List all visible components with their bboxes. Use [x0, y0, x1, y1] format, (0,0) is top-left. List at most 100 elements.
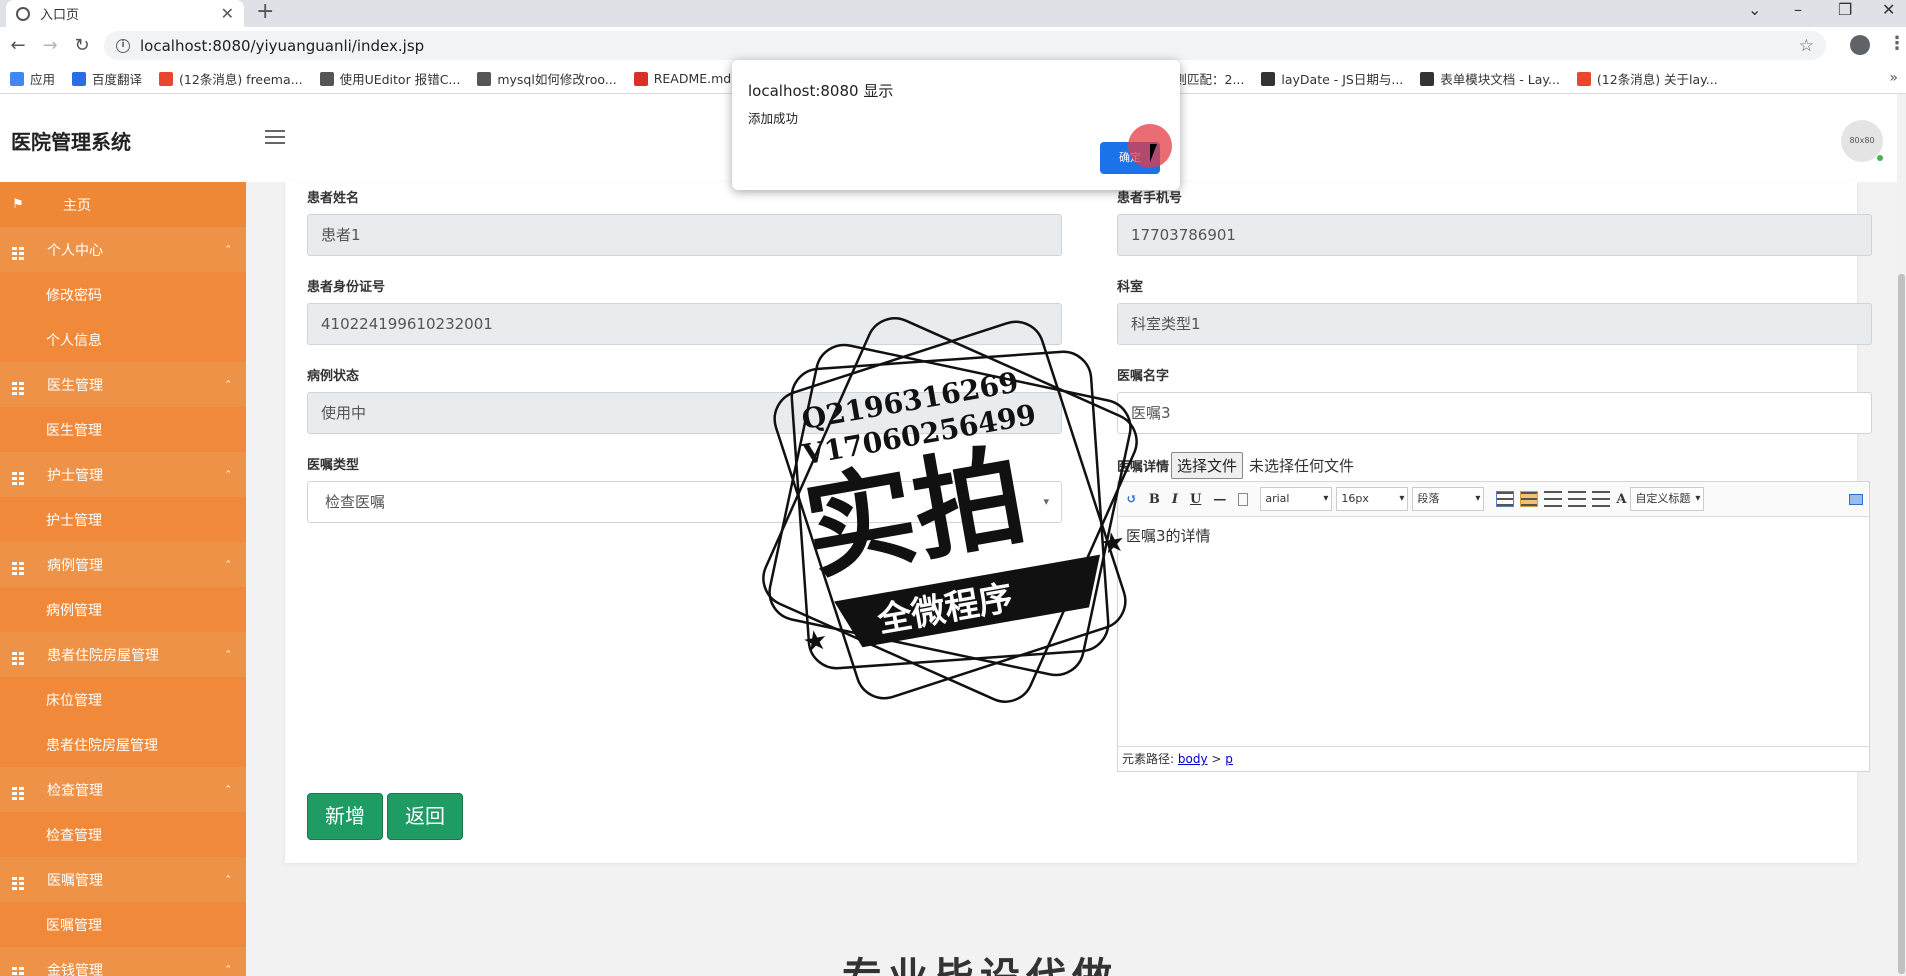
grid-icon [11, 464, 25, 485]
sidebar-subitem[interactable]: 护士管理 [0, 497, 246, 542]
sidebar-subitem[interactable]: 检查管理 [0, 812, 246, 857]
file-status-text: 未选择任何文件 [1249, 457, 1355, 475]
site-info-icon[interactable]: i [116, 38, 130, 53]
italic-button[interactable]: I [1172, 492, 1178, 507]
window-close-icon[interactable]: ✕ [1882, 0, 1895, 20]
sidebar-subitem[interactable]: 修改密码 [0, 272, 246, 317]
sidebar-subitem[interactable]: 患者住院房屋管理 [0, 722, 246, 767]
back-button[interactable]: 返回 [387, 793, 463, 840]
editor-status-bar: 元素路径: body > p [1118, 746, 1869, 771]
patient-phone-field[interactable]: 17703786901 [1117, 214, 1872, 256]
align-left-icon[interactable] [1520, 491, 1539, 507]
grid-icon [11, 374, 25, 395]
sidebar-group[interactable]: 金钱管理 ⌃ [0, 947, 246, 976]
bookmark-label: (12条消息) freema... [179, 72, 303, 87]
department-field[interactable]: 科室类型1 [1117, 303, 1872, 345]
editor-content[interactable]: 医嘱3的详情 [1118, 517, 1869, 739]
profile-icon[interactable] [1850, 35, 1870, 55]
align-justify-icon[interactable] [1592, 491, 1611, 507]
table-icon[interactable] [1496, 491, 1515, 507]
path-p-link[interactable]: p [1225, 752, 1233, 766]
footer-banner-text: 专业毕设代做 [842, 952, 1118, 976]
grid-icon [11, 554, 25, 575]
menu-toggle-icon[interactable] [265, 130, 285, 144]
app-title: 医院管理系统 [11, 130, 131, 154]
new-tab-button[interactable]: + [256, 1, 274, 23]
underline-button[interactable]: U [1190, 492, 1201, 507]
sidebar-item-label: 患者住院房屋管理 [47, 647, 159, 664]
bookmark-label: (12条消息) 关于lay... [1596, 72, 1718, 87]
browser-menu-icon[interactable]: ⋮ [1888, 33, 1906, 54]
sidebar-subitem[interactable]: 医嘱管理 [0, 902, 246, 947]
bookmark-item[interactable]: 表单模块文档 - Lay... [1420, 69, 1560, 88]
bookmark-item[interactable]: mysql如何修改roo... [477, 69, 617, 88]
case-status-label: 病例状态 [307, 369, 360, 384]
custom-title-select[interactable]: 自定义标题 [1630, 487, 1705, 511]
sidebar-subitem[interactable]: 病例管理 [0, 587, 246, 632]
scrollbar-thumb[interactable] [1898, 274, 1905, 974]
order-detail-label: 医嘱详情 [1117, 460, 1170, 475]
bookmark-item[interactable]: (12条消息) 关于lay... [1576, 69, 1718, 88]
sidebar-item-label: 个人中心 [47, 242, 103, 259]
bookmarks-overflow-icon[interactable]: » [1889, 70, 1898, 86]
sidebar-item-home[interactable]: ⚑ 主页 [0, 182, 246, 227]
sidebar: ⚑ 主页 个人中心 ⌃ 修改密码 个人信息 医生管理 ⌃ 医生管理 护士管理 ⌃ 护士管理 病例管理 ⌃ 病… [0, 182, 246, 976]
sidebar-group[interactable]: 医嘱管理 ⌃ [0, 857, 246, 902]
sidebar-item-label: 个人信息 [46, 332, 102, 349]
path-body-link[interactable]: body [1178, 752, 1208, 766]
sidebar-group[interactable]: 患者住院房屋管理 ⌃ [0, 632, 246, 677]
minimize-icon[interactable]: – [1794, 0, 1802, 20]
bookmark-star-icon[interactable]: ☆ [1799, 36, 1814, 56]
bookmark-item[interactable]: 应用 [10, 69, 55, 88]
choose-file-button[interactable]: 选择文件 [1171, 452, 1244, 479]
patient-id-label: 患者身份证号 [307, 280, 386, 295]
font-color-button[interactable]: A [1616, 492, 1626, 507]
page-scrollbar[interactable] [1897, 94, 1906, 976]
rich-text-editor: ↺ B I U — arial 16px 段落 A 自定义标题 医嘱3的详情 [1117, 481, 1870, 772]
grid-icon [11, 644, 25, 665]
case-status-field[interactable]: 使用中 [307, 392, 1062, 434]
restore-icon[interactable]: ❐ [1838, 0, 1852, 20]
order-type-select[interactable]: 检查医嘱 ▾ [307, 481, 1062, 523]
tab-close-icon[interactable]: ✕ [221, 4, 234, 23]
sidebar-subitem[interactable]: 床位管理 [0, 677, 246, 722]
sidebar-group[interactable]: 护士管理 ⌃ [0, 452, 246, 497]
chevron-up-icon: ⌃ [224, 244, 232, 255]
patient-id-field[interactable]: 410224199610232001 [307, 303, 1062, 345]
patient-name-field[interactable]: 患者1 [307, 214, 1062, 256]
align-center-icon[interactable] [1568, 491, 1587, 507]
tab-search-icon[interactable]: ⌄ [1748, 0, 1761, 20]
sidebar-group[interactable]: 检查管理 ⌃ [0, 767, 246, 812]
forward-arrow-icon[interactable]: → [34, 35, 66, 56]
back-arrow-icon[interactable]: ← [2, 35, 34, 56]
bookmark-favicon-icon [1261, 71, 1276, 86]
fullscreen-icon[interactable] [1849, 493, 1863, 505]
sidebar-subitem[interactable]: 个人信息 [0, 317, 246, 362]
sidebar-item-label: 修改密码 [46, 287, 102, 304]
chevron-up-icon: ⌃ [224, 469, 232, 480]
bookmark-item[interactable]: layDate - JS日期与... [1261, 69, 1403, 88]
bookmark-item[interactable]: 使用UEditor 报错C... [319, 69, 460, 88]
add-button[interactable]: 新增 [307, 793, 383, 840]
font-family-select[interactable]: arial [1260, 487, 1333, 511]
paragraph-select[interactable]: 段落 [1412, 487, 1485, 511]
font-size-select[interactable]: 16px [1336, 487, 1409, 511]
address-bar[interactable]: i localhost:8080/yiyuanguanli/index.jsp … [104, 31, 1826, 60]
bookmark-favicon-icon [319, 71, 334, 86]
bookmark-item[interactable]: 百度翻译 [72, 69, 142, 88]
bookmark-item[interactable]: (12条消息) freema... [159, 69, 303, 88]
reload-icon[interactable]: ↻ [66, 35, 98, 56]
sidebar-group[interactable]: 医生管理 ⌃ [0, 362, 246, 407]
chevron-up-icon: ⌃ [224, 784, 232, 795]
source-code-icon[interactable]: ↺ [1126, 492, 1137, 507]
sidebar-subitem[interactable]: 医生管理 [0, 407, 246, 452]
bold-button[interactable]: B [1149, 492, 1160, 507]
bookmark-label: layDate - JS日期与... [1281, 72, 1404, 87]
format-clear-icon[interactable] [1238, 492, 1249, 506]
sidebar-group[interactable]: 病例管理 ⌃ [0, 542, 246, 587]
sidebar-group[interactable]: 个人中心 ⌃ [0, 227, 246, 272]
align-right-icon[interactable] [1544, 491, 1563, 507]
browser-tab[interactable]: 入口页 ✕ [6, 0, 244, 27]
strikethrough-button[interactable]: — [1213, 492, 1226, 507]
order-name-input[interactable]: 医嘱3 [1117, 392, 1872, 434]
